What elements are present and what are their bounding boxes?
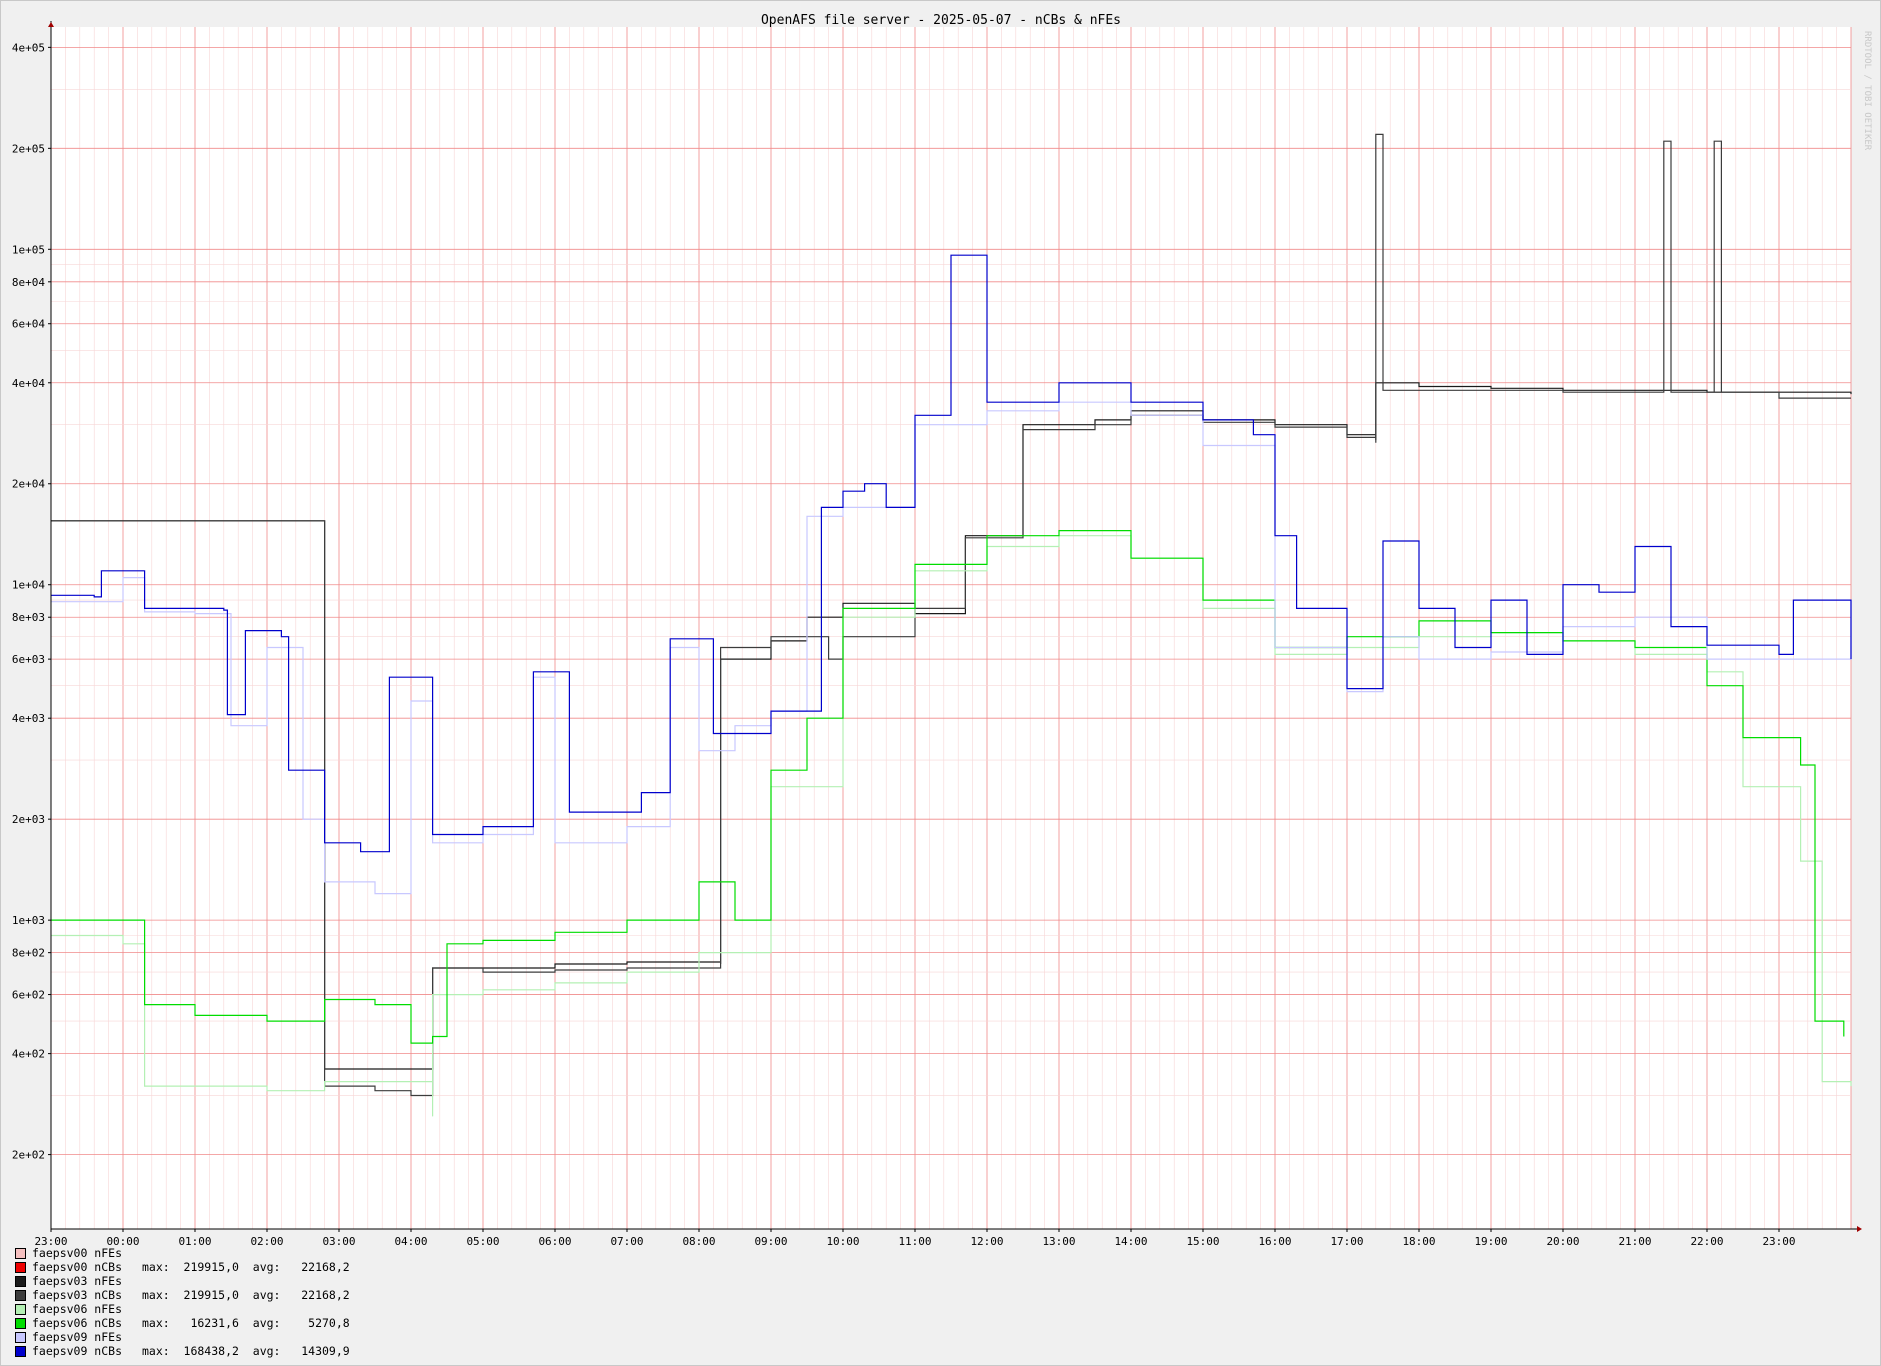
x-tick-label: 18:00 bbox=[1402, 1235, 1435, 1248]
x-tick-label: 19:00 bbox=[1474, 1235, 1507, 1248]
legend-item: faepsv03 nCBs max: 219915,0 avg: 22168,2 bbox=[15, 1288, 350, 1302]
y-tick-label: 4e+03 bbox=[12, 712, 45, 725]
x-tick-label: 12:00 bbox=[970, 1235, 1003, 1248]
chart-canvas: 2e+02 4e+02 6e+02 8e+02 1e+03 2e+03 4e+03 6e+03… bbox=[12, 13, 1872, 1248]
y-tick-labels: 2e+02 4e+02 6e+02 8e+02 1e+03 2e+03 4e+03 6e+03… bbox=[12, 41, 51, 1162]
x-tick-label: 13:00 bbox=[1042, 1235, 1075, 1248]
x-tick-label: 16:00 bbox=[1258, 1235, 1291, 1248]
watermark: RRDTOOL / TOBI OETIKER bbox=[1862, 31, 1872, 151]
x-tick-label: 17:00 bbox=[1330, 1235, 1363, 1248]
legend-swatch bbox=[15, 1317, 26, 1329]
y-tick-label: 2e+02 bbox=[12, 1149, 45, 1162]
legend-label: faepsv09 nCBs bbox=[32, 1344, 123, 1358]
x-tick-label: 04:00 bbox=[394, 1235, 427, 1248]
legend-item: faepsv00 nCBs max: 219915,0 avg: 22168,2 bbox=[15, 1260, 350, 1274]
x-tick-label: 10:00 bbox=[826, 1235, 859, 1248]
legend-item: faepsv09 nCBs max: 168438,2 avg: 14309,9 bbox=[15, 1344, 350, 1358]
legend: faepsv00 nFEs faepsv00 nCBs max: 219915,0 … bbox=[15, 1246, 350, 1358]
y-tick-label: 6e+04 bbox=[12, 318, 45, 331]
legend-stats: max: 16231,6 avg: 5270,8 bbox=[142, 1316, 350, 1330]
x-axis-arrow-icon bbox=[1857, 1226, 1862, 1232]
y-tick-label: 4e+05 bbox=[12, 41, 45, 54]
y-tick-label: 4e+02 bbox=[12, 1048, 45, 1061]
y-tick-label: 2e+04 bbox=[12, 478, 45, 491]
legend-swatch bbox=[15, 1261, 26, 1273]
legend-swatch bbox=[15, 1247, 26, 1259]
legend-label: faepsv09 nFEs bbox=[32, 1330, 123, 1344]
legend-label: faepsv00 nCBs bbox=[32, 1260, 123, 1274]
legend-label: faepsv06 nCBs bbox=[32, 1316, 123, 1330]
x-tick-label: 06:00 bbox=[538, 1235, 571, 1248]
legend-swatch bbox=[15, 1289, 26, 1301]
legend-stats: max: 219915,0 avg: 22168,2 bbox=[142, 1260, 350, 1274]
legend-item: faepsv06 nFEs bbox=[15, 1302, 350, 1316]
y-tick-label: 2e+05 bbox=[12, 142, 45, 155]
legend-label: faepsv06 nFEs bbox=[32, 1302, 123, 1316]
y-tick-label: 6e+03 bbox=[12, 653, 45, 666]
legend-stats: max: 168438,2 avg: 14309,9 bbox=[142, 1344, 350, 1358]
legend-swatch bbox=[15, 1303, 26, 1315]
x-tick-label: 20:00 bbox=[1546, 1235, 1579, 1248]
y-tick-label: 1e+05 bbox=[12, 243, 45, 256]
legend-stats: max: 219915,0 avg: 22168,2 bbox=[142, 1288, 350, 1302]
legend-swatch bbox=[15, 1345, 26, 1357]
legend-swatch bbox=[15, 1331, 26, 1343]
x-tick-label: 14:00 bbox=[1114, 1235, 1147, 1248]
legend-item: faepsv00 nFEs bbox=[15, 1246, 350, 1260]
y-tick-label: 1e+03 bbox=[12, 914, 45, 927]
legend-item: faepsv06 nCBs max: 16231,6 avg: 5270,8 bbox=[15, 1316, 350, 1330]
y-tick-label: 2e+03 bbox=[12, 813, 45, 826]
x-tick-label: 11:00 bbox=[898, 1235, 931, 1248]
y-tick-label: 6e+02 bbox=[12, 989, 45, 1002]
x-tick-label: 05:00 bbox=[466, 1235, 499, 1248]
x-tick-label: 21:00 bbox=[1618, 1235, 1651, 1248]
y-tick-label: 8e+03 bbox=[12, 611, 45, 624]
x-tick-label: 23:00 bbox=[1762, 1235, 1795, 1248]
x-tick-label: 09:00 bbox=[754, 1235, 787, 1248]
legend-label: faepsv00 nFEs bbox=[32, 1246, 123, 1260]
y-axis-arrow-icon bbox=[48, 22, 54, 27]
y-tick-label: 1e+04 bbox=[12, 579, 45, 592]
y-tick-label: 8e+02 bbox=[12, 947, 45, 960]
legend-swatch bbox=[15, 1275, 26, 1287]
legend-label: faepsv03 nCBs bbox=[32, 1288, 123, 1302]
legend-item: faepsv09 nFEs bbox=[15, 1330, 350, 1344]
x-tick-label: 07:00 bbox=[610, 1235, 643, 1248]
x-tick-label: 15:00 bbox=[1186, 1235, 1219, 1248]
legend-item: faepsv03 nFEs bbox=[15, 1274, 350, 1288]
x-tick-label: 08:00 bbox=[682, 1235, 715, 1248]
chart-frame: 2e+02 4e+02 6e+02 8e+02 1e+03 2e+03 4e+03 6e+03… bbox=[0, 0, 1881, 1366]
x-tick-label: 22:00 bbox=[1690, 1235, 1723, 1248]
chart-title: OpenAFS file server - 2025-05-07 - nCBs … bbox=[761, 13, 1121, 28]
y-tick-label: 8e+04 bbox=[12, 276, 45, 289]
legend-label: faepsv03 nFEs bbox=[32, 1274, 123, 1288]
y-tick-label: 4e+04 bbox=[12, 377, 45, 390]
plot-area bbox=[51, 27, 1851, 1229]
